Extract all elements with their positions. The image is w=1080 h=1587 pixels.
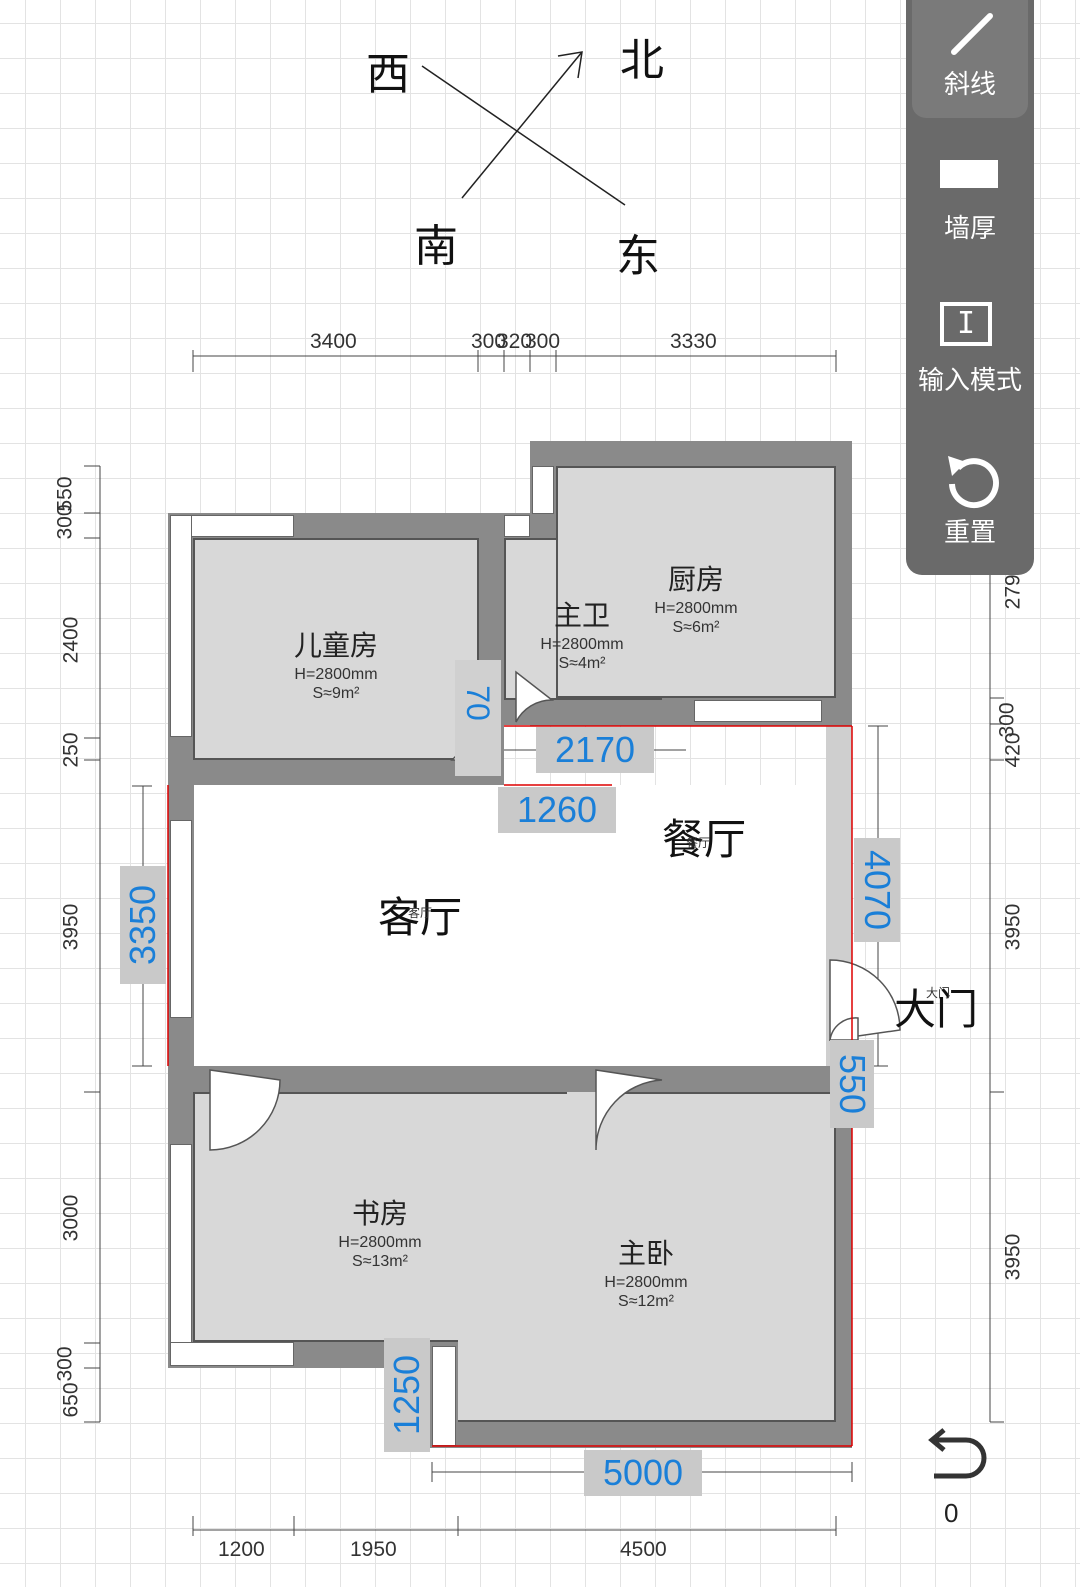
room-study-height: H=2800mm — [338, 1234, 422, 1251]
room-master-name: 主卧 — [617, 1238, 674, 1269]
measure-badge-1260[interactable]: 1260 — [498, 787, 616, 833]
dining-room-label-small: 餐厅 — [686, 836, 711, 850]
room-kitchen-area: S≈6m² — [672, 619, 720, 636]
diagonal-line-icon — [951, 13, 993, 55]
measure-badge-5000[interactable]: 5000 — [584, 1450, 702, 1496]
tool-diagonal[interactable]: 斜线 — [912, 0, 1028, 118]
room-kids-area: S≈9m² — [312, 685, 360, 702]
measure-badge-70[interactable]: 70 — [455, 660, 501, 776]
tool-input-mode[interactable]: I 输入模式 — [906, 296, 1034, 396]
measure-badge-550-text: 550 — [832, 1053, 873, 1115]
measure-badge-3350[interactable]: 3350 — [120, 866, 166, 984]
tool-wall-thickness[interactable]: 墙厚 — [906, 150, 1034, 250]
room-master-area: S≈12m² — [618, 1293, 674, 1310]
room-study-name: 书房 — [351, 1198, 408, 1229]
measure-badge-1250[interactable]: 1250 — [384, 1338, 430, 1452]
undo-count: 0 — [944, 1498, 959, 1528]
tool-reset[interactable]: 重置 — [906, 446, 1034, 556]
room-study-area: S≈13m² — [352, 1253, 408, 1270]
undo-button[interactable]: 0 — [914, 1426, 994, 1536]
room-bath-height: H=2800mm — [540, 636, 624, 653]
room-kitchen-height: H=2800mm — [654, 600, 738, 617]
living-room-label-small: 客厅 — [408, 906, 433, 920]
measure-badge-3350-text: 3350 — [122, 884, 163, 966]
tool-diagonal-label: 斜线 — [943, 69, 996, 99]
wall-thickness-icon — [940, 160, 998, 188]
tool-reset-label: 重置 — [943, 517, 996, 547]
measure-badge-1250-text: 1250 — [386, 1354, 427, 1436]
measure-badge-70-text: 70 — [460, 685, 496, 721]
measure-badge-550[interactable]: 550 — [830, 1040, 874, 1128]
room-kids-name: 儿童房 — [293, 630, 378, 661]
tool-panel: 斜线 墙厚 I 输入模式 重置 — [906, 0, 1034, 575]
measure-badge-4070-text: 4070 — [857, 849, 898, 931]
tool-wall-thickness-label: 墙厚 — [943, 213, 996, 243]
measure-badge-4070[interactable]: 4070 — [854, 838, 900, 942]
text-cursor-icon: I — [940, 302, 992, 346]
tool-input-mode-label: 输入模式 — [917, 365, 1022, 395]
room-kids-height: H=2800mm — [294, 666, 378, 683]
room-bath-area: S≈4m² — [558, 655, 606, 672]
reset-icon — [948, 456, 999, 509]
measure-badge-2170[interactable]: 2170 — [536, 727, 654, 773]
room-kitchen-name: 厨房 — [667, 564, 724, 595]
main-door-label-small: 大门 — [926, 986, 951, 1000]
room-master-height: H=2800mm — [604, 1274, 688, 1291]
undo-icon — [928, 1428, 987, 1479]
